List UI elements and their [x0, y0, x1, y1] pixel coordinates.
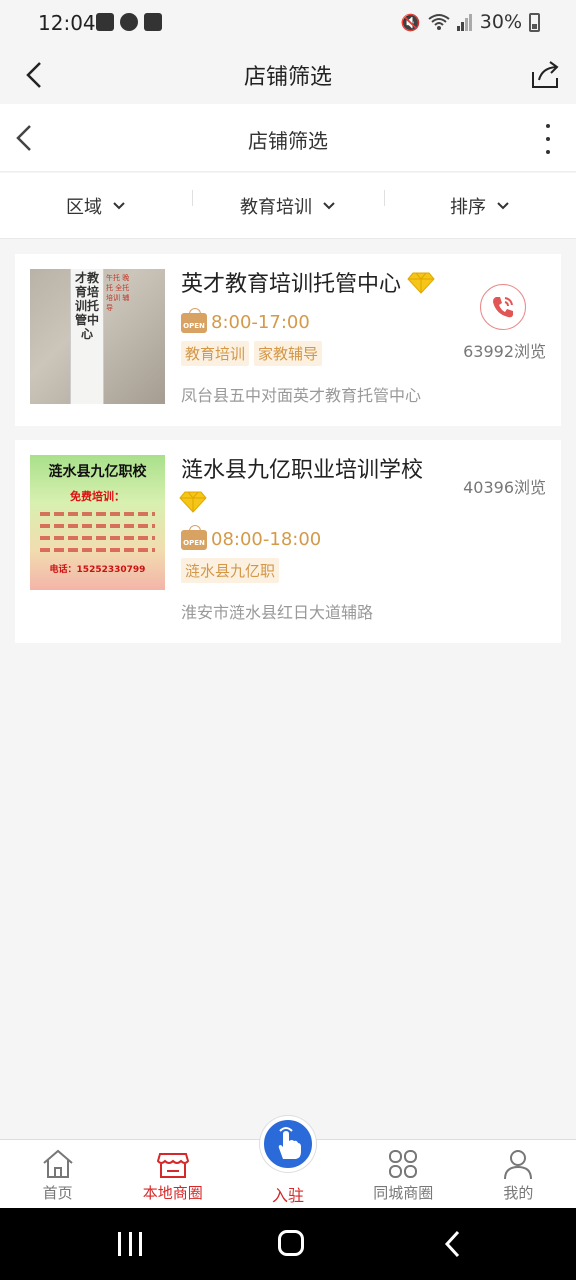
chevron-down-icon — [113, 201, 125, 209]
filter-region[interactable]: 区域 — [0, 173, 192, 238]
shop-name: 涟水县九亿职业培训学校 — [181, 458, 424, 483]
shop-address: 凤台县五中对面英才教育托管中心 — [181, 386, 422, 405]
tag: 涟水县九亿职 — [181, 558, 280, 583]
mute-icon: 🔇 — [400, 12, 421, 32]
tag-list: 教育培训 家教辅导 — [181, 341, 323, 366]
grid-icon — [389, 1150, 418, 1178]
home-icon — [42, 1149, 73, 1178]
home-button-icon[interactable] — [278, 1230, 304, 1256]
diamond-icon — [179, 491, 207, 513]
webview-header: 店铺筛选 — [0, 104, 576, 172]
more-icon[interactable] — [540, 124, 556, 154]
user-icon — [504, 1150, 533, 1180]
tab-join[interactable]: 入驻 — [230, 1116, 345, 1208]
open-sign-icon: OPEN — [181, 307, 207, 333]
status-bar: 12:04 🔇 30% — [0, 0, 576, 46]
open-sign-icon: OPEN — [181, 524, 207, 550]
tag: 家教辅导 — [254, 341, 323, 366]
tab-label: 同城商圈 — [373, 1184, 434, 1202]
shop-name: 英才教育培训托管中心 — [181, 272, 402, 297]
tab-label: 入驻 — [272, 1186, 305, 1205]
filter-sort[interactable]: 排序 — [384, 173, 576, 238]
hours-text: 8:00-17:00 — [211, 312, 310, 333]
tab-local-business[interactable]: 本地商圈 — [115, 1140, 230, 1208]
tab-mine[interactable]: 我的 — [461, 1140, 576, 1208]
business-hours: OPEN 8:00-17:00 — [181, 307, 310, 333]
signal-icon — [456, 14, 472, 31]
shop-thumbnail[interactable]: 涟水县九亿职校 免费培训： 电话：15252330799 — [30, 455, 165, 590]
thumb-sign-text: 才教育培训托管中心 — [70, 269, 104, 404]
system-back-icon[interactable] — [440, 1230, 466, 1258]
wifi-icon — [428, 14, 450, 30]
tag-list: 涟水县九亿职 — [181, 558, 280, 583]
shop-card[interactable]: 涟水县九亿职校 免费培训： 电话：15252330799 涟水县九亿职业培训学校… — [15, 440, 561, 643]
shop-address: 淮安市涟水县红日大道辅路 — [181, 603, 374, 622]
view-count: 63992浏览 — [463, 342, 546, 361]
share-icon[interactable] — [528, 58, 562, 92]
tag: 教育培训 — [181, 341, 250, 366]
filter-label: 教育培训 — [240, 196, 312, 218]
inner-page-title: 店铺筛选 — [248, 129, 328, 153]
filter-label: 排序 — [450, 196, 486, 218]
hours-text: 08:00-18:00 — [211, 529, 322, 550]
tab-city-business[interactable]: 同城商圈 — [346, 1140, 461, 1208]
system-nav-bar — [0, 1208, 576, 1280]
tab-home[interactable]: 首页 — [0, 1140, 115, 1208]
chevron-down-icon — [497, 201, 509, 209]
cloud-icon — [120, 13, 138, 31]
page-title: 店铺筛选 — [243, 65, 332, 90]
thumb-subtitle: 免费培训： — [70, 490, 125, 503]
phone-icon — [493, 297, 513, 318]
checkbox-icon — [144, 13, 162, 31]
thumb-side-text: 午托 晚托 全托 培训 辅导 — [106, 274, 130, 312]
bottom-tab-bar: 首页 本地商圈 入驻 同城商圈 我的 — [0, 1116, 576, 1208]
shop-thumbnail[interactable]: 才教育培训托管中心 午托 晚托 全托 培训 辅导 — [30, 269, 165, 404]
tab-label: 本地商圈 — [142, 1184, 203, 1202]
thumb-phone: 电话：15252330799 — [49, 565, 146, 575]
chevron-down-icon — [323, 201, 335, 209]
tab-label: 首页 — [42, 1184, 73, 1202]
gallery-icon — [96, 13, 114, 31]
shop-card[interactable]: 才教育培训托管中心 午托 晚托 全托 培训 辅导 英才教育培训托管中心 OPEN… — [15, 254, 561, 426]
view-count: 40396浏览 — [463, 478, 546, 497]
filter-category[interactable]: 教育培训 — [192, 173, 384, 238]
shop-name-row: 英才教育培训托管中心 — [181, 270, 435, 300]
recent-apps-icon[interactable] — [118, 1232, 142, 1256]
tap-hand-icon — [278, 1127, 301, 1159]
business-hours: OPEN 08:00-18:00 — [181, 524, 322, 550]
filter-label: 区域 — [66, 196, 102, 218]
tab-label: 我的 — [503, 1184, 534, 1202]
status-time: 12:04 — [38, 11, 96, 35]
join-button[interactable] — [260, 1116, 316, 1172]
thumb-title: 涟水县九亿职校 — [48, 464, 147, 480]
app-header: 店铺筛选 — [0, 46, 576, 104]
battery-percent: 30% — [479, 11, 522, 33]
diamond-icon — [407, 272, 435, 294]
phone-call-button[interactable] — [480, 284, 526, 330]
battery-icon — [529, 12, 540, 32]
filter-bar: 区域 教育培训 排序 — [0, 173, 576, 239]
store-icon — [156, 1153, 189, 1178]
